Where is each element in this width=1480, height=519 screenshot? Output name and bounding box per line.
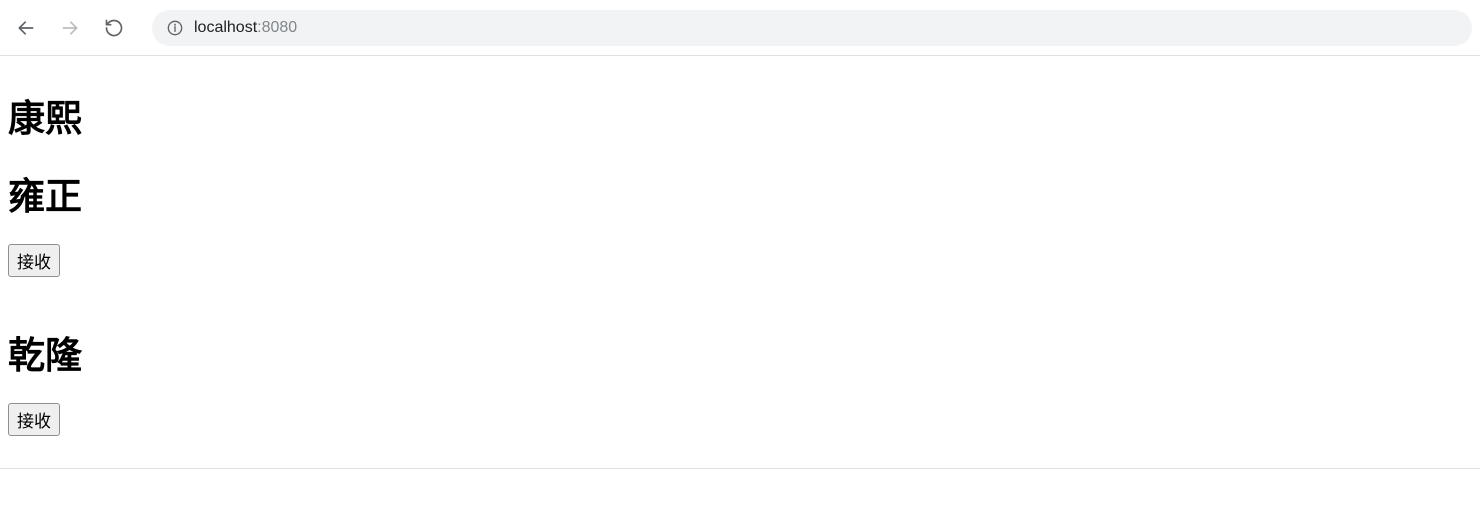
accept-button-2[interactable]: 接收 bbox=[8, 403, 60, 436]
address-bar[interactable]: localhost:8080 bbox=[152, 10, 1472, 46]
arrow-right-icon bbox=[60, 18, 80, 38]
reload-button[interactable] bbox=[96, 10, 132, 46]
page-content: 康熙 雍正 接收 乾隆 接收 bbox=[0, 56, 1480, 469]
heading-1: 康熙 bbox=[8, 88, 1472, 142]
heading-3: 乾隆 bbox=[8, 325, 1472, 379]
info-icon bbox=[166, 19, 184, 37]
accept-button-1[interactable]: 接收 bbox=[8, 244, 60, 277]
url-port: :8080 bbox=[257, 19, 297, 36]
browser-toolbar: localhost:8080 bbox=[0, 0, 1480, 56]
heading-2: 雍正 bbox=[8, 166, 1472, 220]
forward-button[interactable] bbox=[52, 10, 88, 46]
arrow-left-icon bbox=[16, 18, 36, 38]
reload-icon bbox=[104, 18, 124, 38]
back-button[interactable] bbox=[8, 10, 44, 46]
url-host: localhost bbox=[194, 19, 257, 36]
url-text: localhost:8080 bbox=[194, 19, 297, 37]
